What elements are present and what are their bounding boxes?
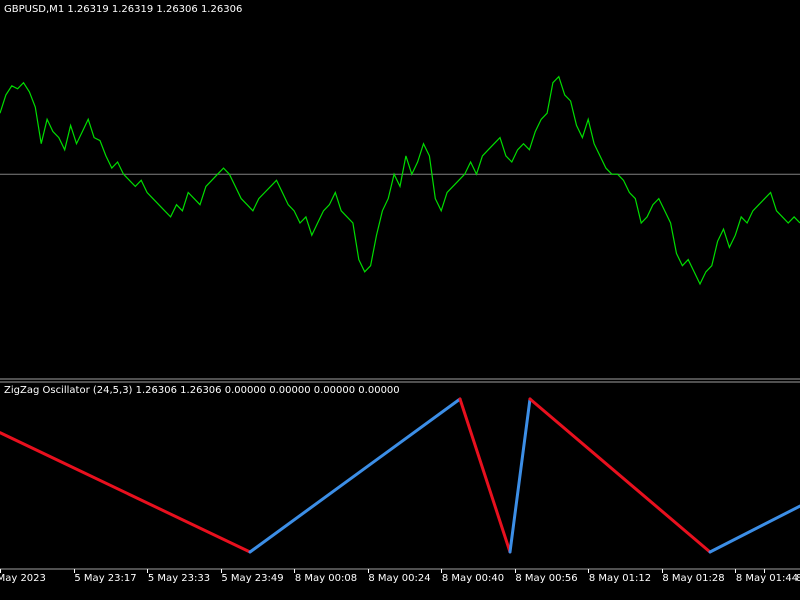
zigzag-oscillator-series	[0, 397, 800, 554]
time-tick-label: 8 May 01:12	[588, 573, 652, 584]
zigzag-segment	[0, 431, 252, 554]
zigzag-segment	[458, 397, 512, 554]
time-tick-label: 8 May 00:40	[441, 573, 505, 584]
zigzag-segment	[708, 504, 800, 554]
time-tick-label: 5 May 2023	[0, 573, 46, 584]
price-series-line	[0, 75, 800, 286]
time-tick-label: 5 May 23:49	[221, 573, 284, 584]
time-tick-label: 8 May 01:28	[662, 573, 725, 584]
time-axis: 5 May 2023 5 May 23:17 5 May 23:33 5 May 23…	[0, 569, 800, 591]
time-tick-label: 8 May 00:56	[515, 573, 578, 584]
time-tick-label: 8	[796, 573, 800, 584]
time-tick-mark	[764, 569, 765, 573]
zigzag-segment	[508, 397, 532, 554]
chart-window: GBPUSD,M1 1.26319 1.26319 1.26306 1.2630…	[0, 0, 800, 600]
time-tick-label: 8 May 01:44	[735, 573, 799, 584]
time-tick-label: 8 May 00:24	[368, 573, 431, 584]
chart-canvas[interactable]	[0, 0, 800, 600]
time-tick-label: 5 May 23:17	[74, 573, 137, 584]
zigzag-segment	[528, 397, 712, 554]
zigzag-segment	[248, 397, 462, 554]
time-tick-label: 8 May 00:08	[294, 573, 358, 584]
time-tick-label: 5 May 23:33	[147, 573, 211, 584]
